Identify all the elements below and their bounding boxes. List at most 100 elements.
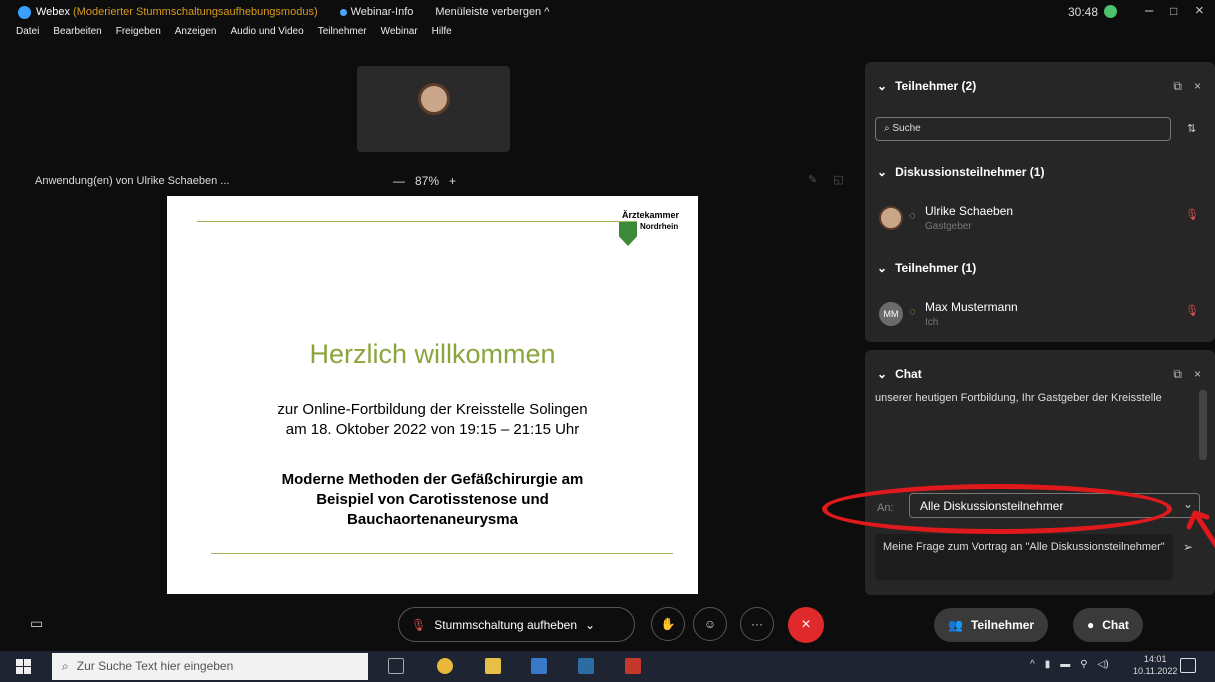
popout-icon[interactable]: ⧉	[1173, 367, 1182, 382]
outlook-icon[interactable]	[531, 658, 547, 674]
shared-slide: Ärztekammer Nordrhein Herzlich willkomme…	[167, 196, 698, 594]
popout-icon[interactable]: ◱	[833, 173, 843, 186]
chevron-up-icon[interactable]: ^	[1030, 659, 1035, 670]
system-tray: ^ ▮ ▬ ⚲ ◁)	[1030, 659, 1109, 670]
webex-window: Webex (Moderierter Stummschaltungsaufheb…	[0, 0, 1215, 682]
task-view-icon[interactable]	[388, 658, 404, 674]
chat-header[interactable]: ⌄ Chat	[877, 367, 922, 381]
chat-input[interactable]: Meine Frage zum Vortrag an "Alle Diskuss…	[875, 534, 1173, 580]
divider	[197, 221, 637, 222]
status-icon[interactable]	[1104, 5, 1117, 18]
meeting-timer: 30:48	[1068, 5, 1099, 19]
webex-taskbar-icon[interactable]	[578, 658, 594, 674]
chevron-down-icon: ⌄	[877, 165, 888, 179]
avatar	[418, 83, 450, 115]
menu-anzeigen[interactable]: Anzeigen	[175, 26, 217, 42]
participant-name: Max Mustermann	[925, 300, 1018, 314]
webinar-info-button[interactable]: Webinar-Info	[339, 6, 413, 18]
popout-icon[interactable]: ⧉	[1173, 79, 1182, 94]
reactions-icon[interactable]: ☺	[693, 607, 727, 641]
menu-teilnehmer[interactable]: Teilnehmer	[318, 26, 367, 42]
chrome-icon[interactable]	[437, 658, 453, 674]
webex-logo-icon	[18, 5, 31, 19]
menu-audio-video[interactable]: Audio und Video	[230, 26, 303, 42]
audio-icon: ◌	[909, 306, 916, 318]
raise-hand-icon[interactable]: ✋	[651, 607, 685, 641]
info-icon	[339, 8, 347, 16]
mic-muted-icon[interactable]: 🎙	[1185, 208, 1199, 221]
chat-icon: ●	[1087, 618, 1095, 632]
close-icon[interactable]: ×	[1194, 367, 1201, 382]
language-icon[interactable]: ⚲	[1080, 659, 1087, 670]
volume-icon[interactable]: ◁)	[1098, 659, 1109, 670]
hide-menu-button[interactable]: Menüleiste verbergen ^	[435, 6, 549, 18]
menu-hilfe[interactable]: Hilfe	[432, 26, 452, 42]
chevron-down-icon: ⌄	[877, 261, 888, 275]
participants-button[interactable]: 👥 Teilnehmer	[934, 608, 1049, 642]
windows-start-icon[interactable]	[16, 659, 31, 674]
chat-button[interactable]: ● Chat	[1073, 608, 1143, 642]
participants-label: Teilnehmer	[970, 618, 1035, 632]
leave-button[interactable]: ×	[788, 607, 824, 643]
participant-role: Ich	[925, 317, 939, 328]
menu-freigeben[interactable]: Freigeben	[116, 26, 161, 42]
menu-datei[interactable]: Datei	[16, 26, 39, 42]
avatar	[879, 206, 903, 230]
mic-muted-icon[interactable]: 🎙	[1185, 304, 1199, 317]
divider	[211, 553, 673, 554]
file-explorer-icon[interactable]	[485, 658, 501, 674]
sort-icon[interactable]: ⇅	[1187, 122, 1196, 135]
clock-time: 14:01	[1143, 654, 1167, 664]
zoom-controls: — 87% +	[393, 174, 456, 188]
slide-title: Herzlich willkommen	[309, 339, 556, 369]
notification-icon[interactable]	[1180, 658, 1196, 673]
taskbar-search-placeholder: Zur Suche Text hier eingeben	[76, 659, 234, 673]
zoom-in-button[interactable]: +	[449, 174, 456, 188]
meeting-toolbar: ▭ 🎙 Stummschaltung aufheben ⌄ ✋ ☺ ··· × 👥 T…	[0, 600, 1215, 650]
participants-header[interactable]: ⌄ Teilnehmer (2)	[877, 79, 976, 93]
taskbar-search-input[interactable]: ⌕ Zur Suche Text hier eingeben	[52, 653, 368, 680]
chevron-down-icon: ⌄	[877, 367, 888, 381]
close-button[interactable]: ×	[1195, 2, 1204, 19]
unmute-label: Stummschaltung aufheben	[434, 617, 577, 632]
video-thumbnail[interactable]	[357, 66, 510, 152]
panel-controls: ⧉ ×	[1173, 79, 1201, 94]
scrollbar[interactable]	[1199, 390, 1207, 460]
logo-text-1: Ärztekammer	[622, 210, 680, 220]
close-icon[interactable]: ×	[1194, 79, 1201, 94]
list-item[interactable]: MM ◌ Max Mustermann Ich 🎙	[879, 298, 1199, 334]
slide-subtitle: zur Online-Fortbildung der Kreisstelle S…	[167, 400, 698, 440]
shared-application-label[interactable]: Anwendung(en) von Ulrike Schaeben ...	[35, 175, 229, 187]
section-attendees[interactable]: ⌄ Teilnehmer (1)	[877, 261, 976, 275]
captions-icon[interactable]: ▭	[30, 615, 43, 632]
menu-bearbeiten[interactable]: Bearbeiten	[53, 26, 101, 42]
avatar: MM	[879, 302, 903, 326]
chat-title: Chat	[895, 367, 922, 381]
mode-label: (Moderierter Stummschaltungsaufhebungsmo…	[73, 6, 318, 18]
taskbar-clock[interactable]: 14:01 10.11.2022	[1133, 653, 1177, 677]
participant-name: Ulrike Schaeben	[925, 204, 1014, 218]
list-item[interactable]: ◌ Ulrike Schaeben Gastgeber 🎙	[879, 202, 1199, 238]
people-icon: 👥	[948, 618, 963, 632]
annotate-icon[interactable]: ✎	[808, 173, 817, 186]
search-icon: ⌕	[62, 659, 69, 673]
clock-date: 10.11.2022	[1133, 666, 1178, 676]
topic-line-2: Beispiel von Carotisstenose und	[316, 491, 549, 508]
more-button[interactable]: ···	[740, 607, 774, 641]
maximize-button[interactable]: □	[1170, 4, 1177, 18]
chevron-down-icon: ⌄	[585, 617, 596, 632]
audio-icon: ◌	[909, 210, 916, 222]
participants-panel: ⌄ Teilnehmer (2) ⧉ × ⌕ Suche ⇅ ⌄ Diskussion…	[865, 62, 1215, 342]
chat-label: Chat	[1102, 618, 1129, 632]
unmute-button[interactable]: 🎙 Stummschaltung aufheben ⌄	[398, 607, 635, 642]
menu-webinar[interactable]: Webinar	[381, 26, 418, 42]
powerpoint-icon[interactable]	[625, 658, 641, 674]
app-name: Webex	[36, 6, 71, 18]
minimize-button[interactable]: –	[1145, 2, 1153, 19]
zoom-out-button[interactable]: —	[393, 174, 405, 188]
battery-icon[interactable]: ▮	[1045, 659, 1051, 670]
participant-search-input[interactable]: ⌕ Suche	[875, 117, 1171, 141]
section-panelists[interactable]: ⌄ Diskussionsteilnehmer (1)	[877, 165, 1044, 179]
network-icon[interactable]: ▬	[1060, 659, 1070, 670]
slide-topic: Moderne Methoden der Gefäßchirurgie am B…	[167, 470, 698, 530]
